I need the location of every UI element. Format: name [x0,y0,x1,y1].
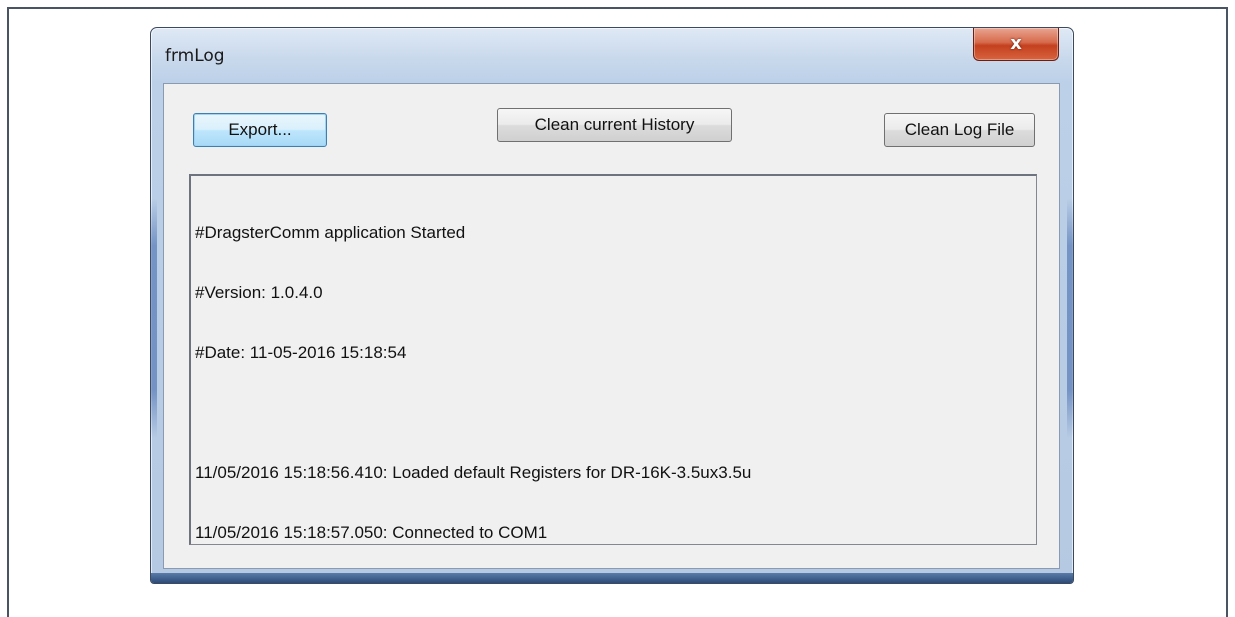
log-line: 11/05/2016 15:18:57.050: Connected to CO… [195,523,548,542]
log-textbox[interactable]: #DragsterComm application Started #Versi… [189,174,1037,545]
window-frame-left [151,198,157,438]
window-frame-bottom [151,573,1073,583]
clean-current-history-button[interactable]: Clean current History [497,108,732,142]
window-frame-right [1067,198,1073,438]
log-line: #Date: 11-05-2016 15:18:54 [195,343,407,362]
title-bar[interactable]: frmLog x [151,28,1073,83]
log-line: #Version: 1.0.4.0 [195,283,323,302]
client-area: Export... Clean current History Clean Lo… [163,83,1060,569]
log-line: #DragsterComm application Started [195,223,466,242]
log-line: 11/05/2016 15:18:56.410: Loaded default … [195,463,752,482]
close-icon: x [1010,33,1022,54]
frmlog-window: frmLog x Export... Clean current History… [150,27,1074,584]
export-button[interactable]: Export... [193,113,327,147]
window-title: frmLog [165,46,225,66]
close-button[interactable]: x [973,28,1059,61]
log-lines: #DragsterComm application Started #Versi… [195,183,752,544]
clean-log-file-button[interactable]: Clean Log File [884,113,1035,147]
